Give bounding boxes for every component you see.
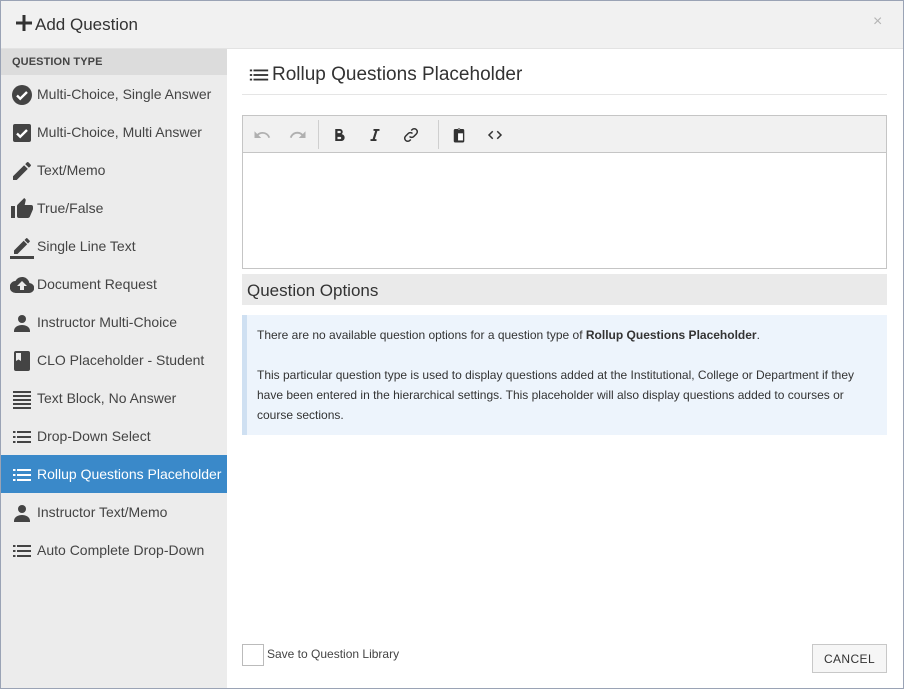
toolbar-divider bbox=[318, 120, 319, 149]
source-code-button[interactable] bbox=[483, 124, 507, 146]
sidebar-item-label: Multi-Choice, Multi Answer bbox=[37, 124, 202, 140]
person-icon bbox=[14, 505, 30, 522]
sidebar-item-label: Drop-Down Select bbox=[37, 428, 151, 444]
sidebar-item-label: Multi-Choice, Single Answer bbox=[37, 86, 212, 102]
sidebar-item-label: Auto Complete Drop-Down bbox=[37, 542, 205, 558]
sidebar-item-drop-down-select[interactable]: Drop-Down Select bbox=[1, 417, 227, 455]
list-icon bbox=[249, 69, 269, 81]
sidebar-section-label: QUESTION TYPE bbox=[1, 49, 227, 75]
sidebar-item-instructor-multi-choice[interactable]: Instructor Multi-Choice bbox=[1, 303, 227, 341]
sidebar-item-multi-choice-single[interactable]: Multi-Choice, Single Answer bbox=[1, 75, 227, 113]
editor-content-area[interactable] bbox=[243, 153, 886, 268]
sidebar-item-label: True/False bbox=[37, 200, 104, 216]
toolbar-divider bbox=[438, 120, 439, 149]
insert-link-button[interactable] bbox=[399, 124, 423, 146]
link-icon bbox=[403, 127, 419, 143]
info-paragraph-2: This particular question type is used to… bbox=[257, 368, 855, 422]
italic-button[interactable] bbox=[363, 124, 387, 146]
add-question-dialog: Add Question × QUESTION TYPE Multi-Choic… bbox=[0, 0, 904, 689]
sidebar-item-label: Rollup Questions Placeholder bbox=[37, 466, 222, 482]
sidebar-item-instructor-text-memo[interactable]: Instructor Text/Memo bbox=[1, 493, 227, 531]
person-icon bbox=[14, 315, 30, 332]
sidebar-item-clo-placeholder[interactable]: CLO Placeholder - Student bbox=[1, 341, 227, 379]
info-text: There are no available question options … bbox=[257, 328, 586, 342]
pencil-icon bbox=[13, 162, 31, 180]
undo-button[interactable] bbox=[250, 124, 274, 146]
cloud-upload-icon bbox=[10, 276, 34, 294]
sidebar-item-single-line-text[interactable]: Single Line Text bbox=[1, 227, 227, 265]
paste-button[interactable] bbox=[447, 124, 471, 146]
sidebar-item-text-block[interactable]: Text Block, No Answer bbox=[1, 379, 227, 417]
info-message: There are no available question options … bbox=[242, 315, 887, 435]
code-icon bbox=[487, 130, 503, 140]
bold-icon bbox=[335, 129, 345, 142]
info-text-end: . bbox=[756, 328, 760, 342]
close-icon[interactable]: × bbox=[873, 13, 882, 31]
list-icon bbox=[13, 469, 31, 481]
sidebar-item-true-false[interactable]: True/False bbox=[1, 189, 227, 227]
divider bbox=[242, 94, 887, 95]
sidebar-item-label: Text/Memo bbox=[37, 162, 106, 178]
question-editor-panel: Rollup Questions Placeholder Question Op… bbox=[227, 49, 903, 688]
save-to-library-label[interactable]: Save to Question Library bbox=[267, 647, 399, 661]
sidebar-item-label: Single Line Text bbox=[37, 238, 136, 254]
question-options-header: Question Options bbox=[242, 274, 887, 305]
thumbs-up-icon bbox=[11, 198, 33, 218]
check-box-icon bbox=[13, 124, 31, 142]
text-lines-icon bbox=[13, 391, 31, 409]
book-icon bbox=[14, 351, 30, 371]
sidebar-item-label: Instructor Multi-Choice bbox=[37, 314, 178, 330]
dialog-title: Add Question bbox=[35, 15, 139, 34]
sidebar-item-multi-choice-multi[interactable]: Multi-Choice, Multi Answer bbox=[1, 113, 227, 151]
save-to-library-checkbox[interactable] bbox=[242, 644, 264, 666]
sidebar-item-rollup-questions-placeholder[interactable]: Rollup Questions Placeholder bbox=[1, 455, 227, 493]
question-options-heading: Question Options bbox=[247, 281, 379, 300]
sidebar-item-text-memo[interactable]: Text/Memo bbox=[1, 151, 227, 189]
list-icon bbox=[13, 431, 31, 443]
sidebar-item-document-request[interactable]: Document Request bbox=[1, 265, 227, 303]
sidebar-item-label: CLO Placeholder - Student bbox=[37, 352, 205, 368]
dialog-header: Add Question × bbox=[1, 1, 903, 49]
info-question-type: Rollup Questions Placeholder bbox=[585, 328, 757, 342]
plus-icon bbox=[16, 15, 32, 31]
info-paragraph-1: There are no available question options … bbox=[257, 325, 877, 345]
sidebar-item-label: Document Request bbox=[37, 276, 157, 292]
bold-button[interactable] bbox=[327, 124, 351, 146]
sidebar-item-label: Text Block, No Answer bbox=[37, 390, 177, 406]
italic-icon bbox=[370, 129, 380, 141]
check-circle-icon bbox=[12, 85, 32, 105]
redo-icon bbox=[289, 131, 306, 138]
redo-button[interactable] bbox=[286, 124, 310, 146]
clipboard-icon bbox=[453, 128, 465, 143]
list-icon bbox=[13, 545, 31, 557]
sidebar-item-auto-complete-drop-down[interactable]: Auto Complete Drop-Down bbox=[1, 531, 227, 569]
editor-toolbar bbox=[243, 116, 886, 153]
question-type-sidebar: QUESTION TYPE Multi-Choice, Single Answe… bbox=[1, 49, 227, 688]
question-type-title: Rollup Questions Placeholder bbox=[272, 64, 523, 85]
undo-icon bbox=[254, 131, 271, 138]
sidebar-item-label: Instructor Text/Memo bbox=[37, 504, 168, 520]
edit-line-icon bbox=[10, 238, 34, 259]
cancel-button[interactable]: CANCEL bbox=[812, 644, 887, 673]
rich-text-editor bbox=[242, 115, 887, 269]
